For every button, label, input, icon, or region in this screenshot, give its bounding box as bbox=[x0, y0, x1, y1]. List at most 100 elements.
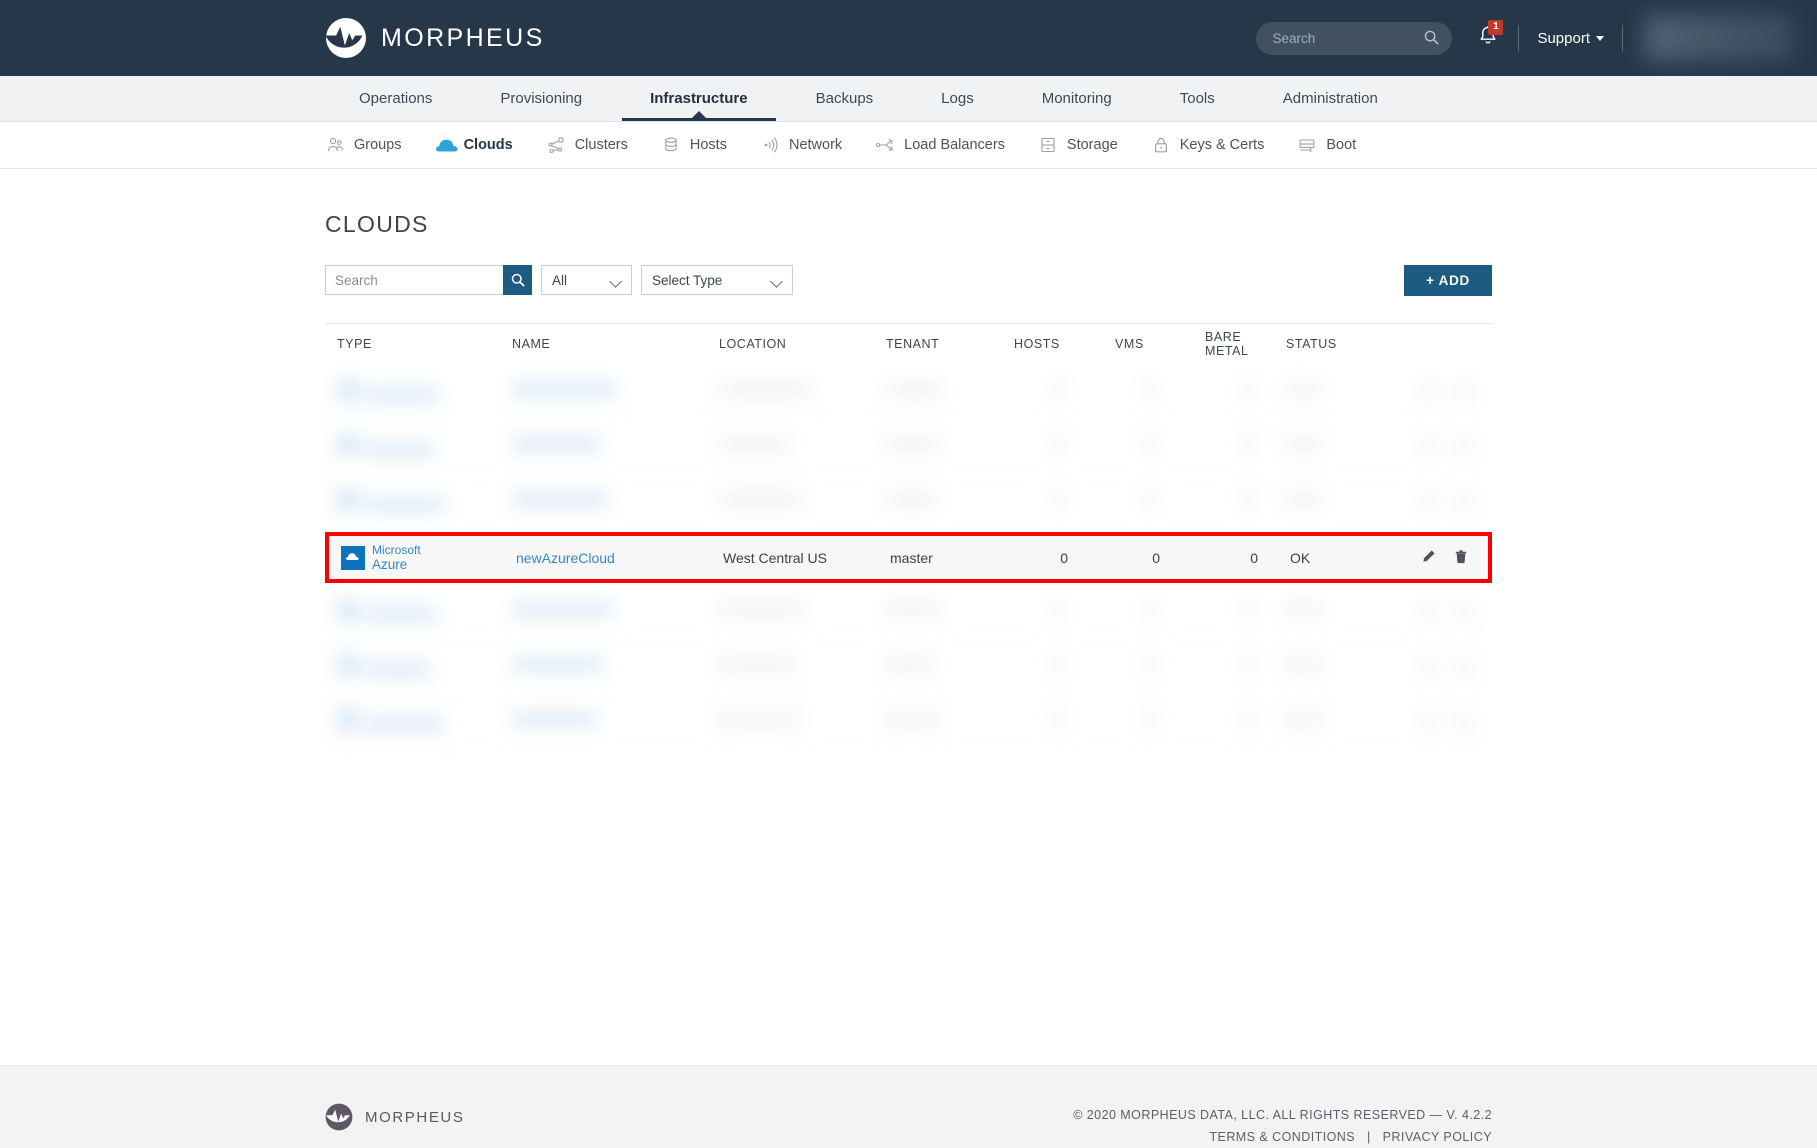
nav-label: Backups bbox=[815, 90, 874, 107]
nav-item-tools[interactable]: Tools bbox=[1146, 76, 1249, 121]
column-header-hosts: HOSTS bbox=[1014, 337, 1060, 351]
subnav-item-network[interactable]: Network bbox=[760, 135, 842, 155]
add-cloud-button[interactable]: + ADD bbox=[1404, 265, 1492, 296]
trash-icon[interactable] bbox=[1454, 549, 1468, 567]
cell-actions bbox=[1410, 549, 1488, 567]
nav-label: Infrastructure bbox=[650, 90, 748, 107]
table-row[interactable] bbox=[325, 584, 1492, 639]
nav-item-infrastructure[interactable]: Infrastructure bbox=[616, 76, 782, 121]
footer-brand-name: MORPHEUS bbox=[365, 1108, 465, 1126]
hosts-icon bbox=[661, 135, 681, 155]
search-icon bbox=[1424, 30, 1440, 50]
cell-name: newAzureCloud bbox=[516, 550, 723, 566]
highlighted-table-row[interactable]: Microsoft Azure newAzureCloud West Centr… bbox=[325, 532, 1492, 583]
nav-item-provisioning[interactable]: Provisioning bbox=[466, 76, 616, 121]
clouds-table: TYPE NAME LOCATION TENANT HOSTS VMS BARE… bbox=[325, 323, 1492, 749]
cell-type: Microsoft Azure bbox=[329, 543, 516, 572]
redacted-rows-below bbox=[325, 584, 1492, 749]
groups-icon bbox=[325, 135, 345, 155]
chevron-down-icon bbox=[609, 275, 622, 288]
pencil-icon[interactable] bbox=[1421, 549, 1436, 567]
nav-label: Provisioning bbox=[500, 90, 583, 107]
lock-icon bbox=[1151, 135, 1171, 155]
notifications-button[interactable]: 1 bbox=[1478, 20, 1504, 51]
nav-item-administration[interactable]: Administration bbox=[1249, 76, 1412, 121]
group-filter-select[interactable]: All bbox=[541, 265, 632, 295]
copyright-text: © 2020 MORPHEUS DATA, LLC. ALL RIGHTS RE… bbox=[1073, 1108, 1492, 1122]
nav-label: Administration bbox=[1282, 90, 1378, 107]
subnav-item-hosts[interactable]: Hosts bbox=[661, 135, 727, 155]
subnav-item-load-balancers[interactable]: Load Balancers bbox=[875, 135, 1005, 155]
table-row[interactable] bbox=[325, 694, 1492, 749]
morpheus-logo-icon bbox=[325, 1103, 353, 1131]
top-header-bar: MORPHEUS 1 Support bbox=[0, 0, 1817, 76]
nav-label: Logs bbox=[941, 90, 974, 107]
table-row[interactable] bbox=[325, 639, 1492, 694]
nav-item-backups[interactable]: Backups bbox=[782, 76, 908, 121]
type-filter-select[interactable]: Select Type bbox=[641, 265, 793, 295]
privacy-link[interactable]: PRIVACY POLICY bbox=[1383, 1130, 1492, 1144]
cell-hosts: 0 bbox=[1060, 549, 1068, 566]
table-header-row: TYPE NAME LOCATION TENANT HOSTS VMS BARE… bbox=[325, 324, 1492, 364]
terms-link[interactable]: TERMS & CONDITIONS bbox=[1209, 1130, 1355, 1144]
subnav-item-boot[interactable]: Boot bbox=[1297, 135, 1356, 155]
column-header-vms: VMS bbox=[1115, 337, 1144, 351]
active-tab-caret-icon bbox=[691, 111, 706, 118]
subnav-item-clouds[interactable]: Clouds bbox=[435, 135, 513, 155]
brand-logo[interactable]: MORPHEUS bbox=[325, 17, 545, 59]
chevron-down-icon bbox=[1596, 35, 1604, 41]
storage-icon bbox=[1038, 135, 1058, 155]
subnav-label: Clouds bbox=[463, 137, 513, 153]
user-menu-redacted[interactable] bbox=[1645, 15, 1793, 61]
support-label: Support bbox=[1537, 29, 1590, 47]
subnav-label: Boot bbox=[1326, 137, 1357, 153]
subnav-item-storage[interactable]: Storage bbox=[1038, 135, 1118, 155]
nav-label: Tools bbox=[1179, 90, 1215, 107]
nav-item-monitoring[interactable]: Monitoring bbox=[1008, 76, 1146, 121]
page-footer: MORPHEUS © 2020 MORPHEUS DATA, LLC. ALL … bbox=[0, 1065, 1817, 1148]
cell-bare-metal: 0 bbox=[1250, 549, 1258, 566]
divider bbox=[1622, 25, 1623, 51]
nav-item-logs[interactable]: Logs bbox=[907, 76, 1008, 121]
divider bbox=[1518, 25, 1520, 51]
footer-legal: © 2020 MORPHEUS DATA, LLC. ALL RIGHTS RE… bbox=[1073, 1104, 1492, 1148]
column-header-location: LOCATION bbox=[719, 337, 787, 351]
column-header-name: NAME bbox=[512, 337, 551, 351]
separator: | bbox=[1367, 1130, 1371, 1144]
page-title: CLOUDS bbox=[325, 211, 429, 237]
column-header-bare-metal: BARE METAL bbox=[1205, 330, 1249, 358]
table-row[interactable] bbox=[325, 364, 1492, 419]
notification-count-badge: 1 bbox=[1488, 20, 1504, 35]
header-right-cluster: 1 Support bbox=[1256, 0, 1817, 76]
brand-name: MORPHEUS bbox=[381, 23, 545, 52]
azure-cloud-icon bbox=[341, 545, 365, 570]
global-search[interactable] bbox=[1256, 21, 1453, 55]
cell-vms: 0 bbox=[1152, 549, 1160, 566]
subnav-label: Clusters bbox=[574, 137, 628, 153]
search-icon bbox=[511, 273, 525, 287]
cell-tenant: master bbox=[890, 549, 933, 566]
subnav-label: Network bbox=[788, 137, 843, 153]
subnav-item-clusters[interactable]: Clusters bbox=[546, 135, 628, 155]
morpheus-logo-icon bbox=[325, 17, 367, 59]
clouds-search-button[interactable] bbox=[503, 265, 532, 295]
nav-label: Operations bbox=[359, 90, 433, 107]
global-search-input[interactable] bbox=[1272, 30, 1423, 46]
subnav-label: Hosts bbox=[689, 137, 727, 153]
azure-product: Azure bbox=[372, 556, 408, 572]
subnav-item-groups[interactable]: Groups bbox=[325, 135, 402, 155]
infrastructure-sub-navigation: Groups Clouds Clusters Hosts Network Loa… bbox=[0, 122, 1817, 169]
clouds-search-input[interactable] bbox=[325, 265, 503, 295]
column-header-type: TYPE bbox=[337, 337, 372, 351]
main-navigation: Operations Provisioning Infrastructure B… bbox=[0, 76, 1817, 122]
subnav-item-keys-certs[interactable]: Keys & Certs bbox=[1151, 135, 1264, 155]
nav-item-operations[interactable]: Operations bbox=[325, 76, 466, 121]
type-filter-value: Select Type bbox=[652, 272, 723, 288]
cloud-name-link[interactable]: newAzureCloud bbox=[516, 550, 615, 566]
table-row[interactable] bbox=[325, 419, 1492, 474]
subnav-label: Storage bbox=[1066, 137, 1118, 153]
clusters-icon bbox=[546, 135, 566, 155]
chevron-down-icon bbox=[770, 275, 783, 288]
table-row[interactable] bbox=[325, 474, 1492, 529]
support-menu[interactable]: Support bbox=[1537, 30, 1604, 47]
